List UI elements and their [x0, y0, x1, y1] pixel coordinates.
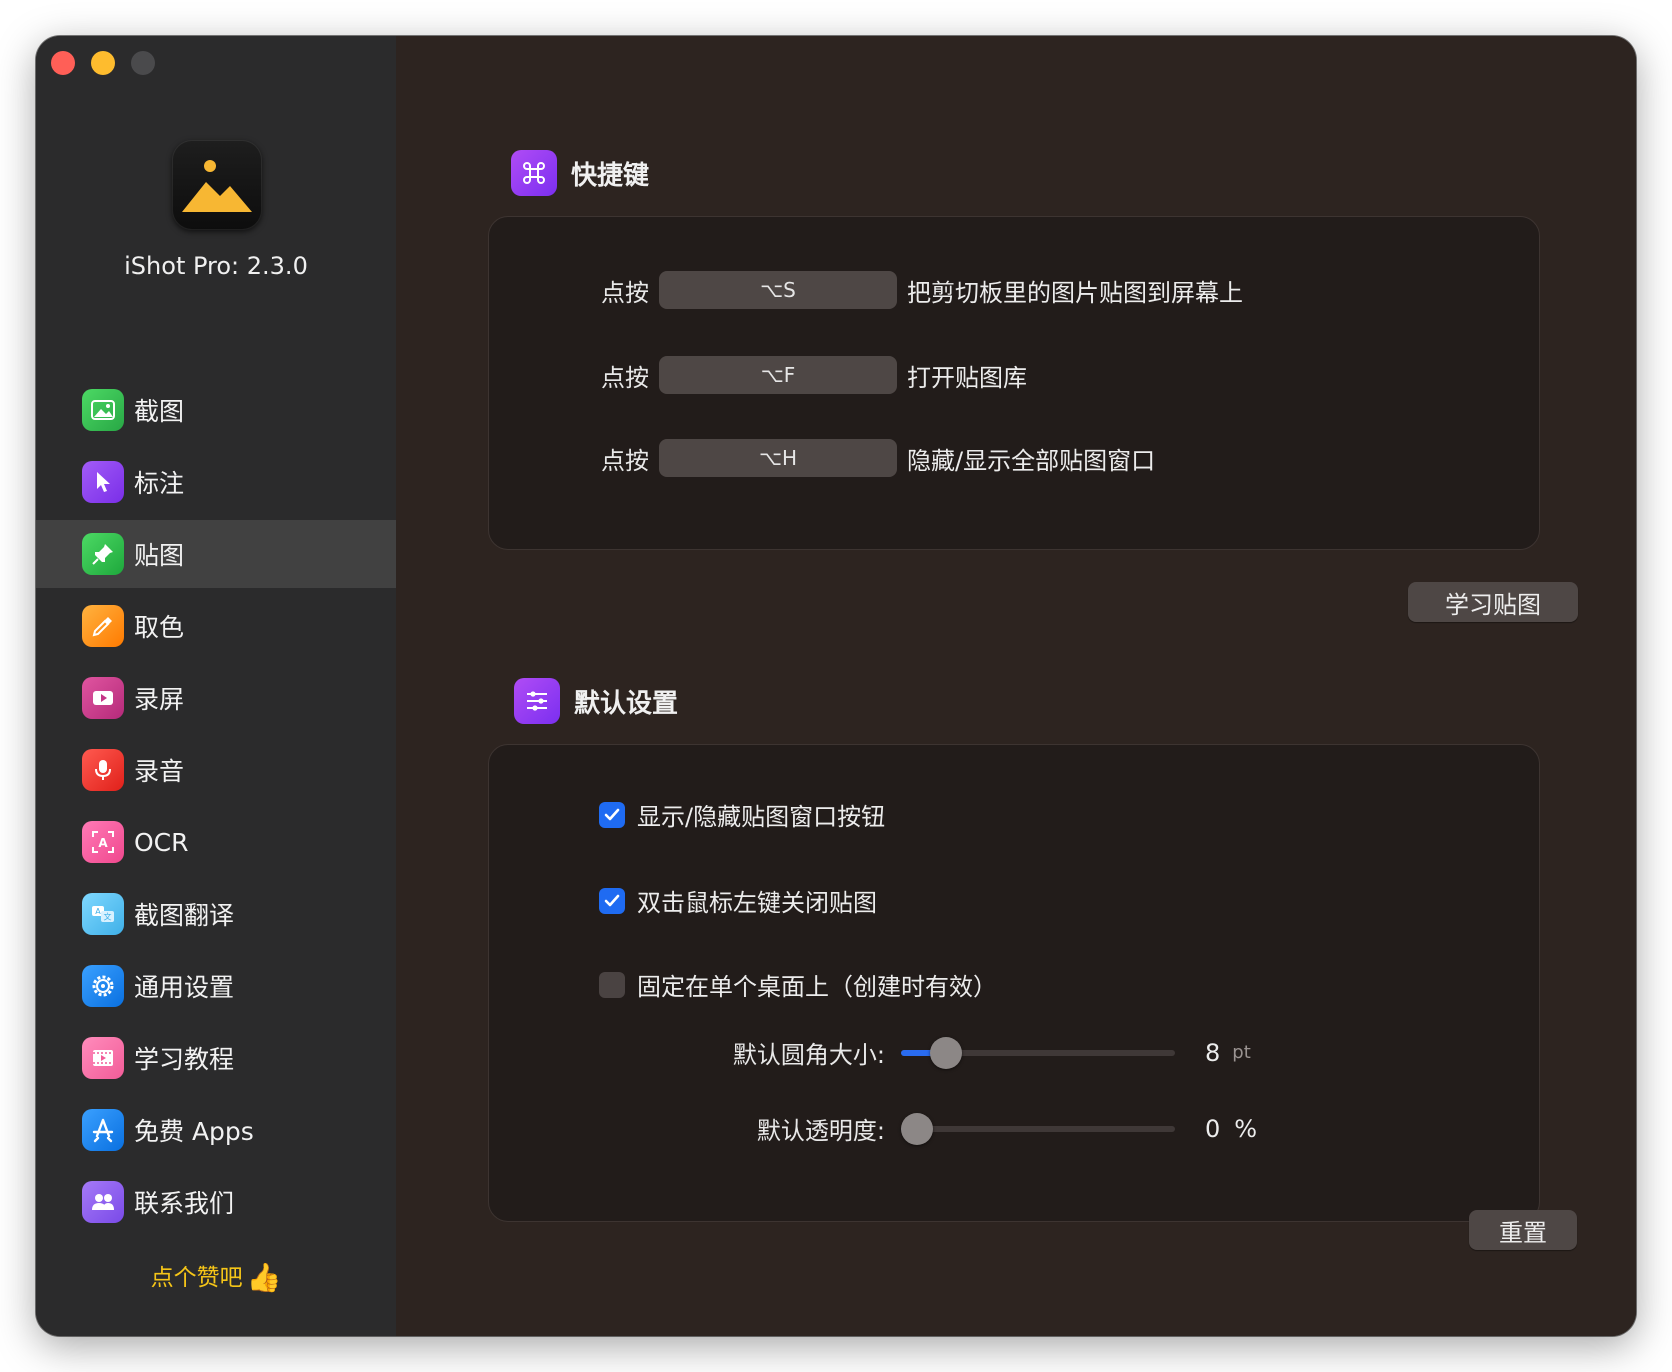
gear-icon: [82, 965, 124, 1007]
sidebar-item-general-settings[interactable]: 通用设置: [36, 952, 396, 1020]
checkbox-label: 固定在单个桌面上（创建时有效）: [637, 973, 997, 1001]
shortcut-recorder[interactable]: ⌥F: [659, 356, 897, 394]
pin-icon: [82, 533, 124, 575]
slider-label: 默认透明度:: [756, 1117, 885, 1145]
sidebar-item-label: 截图翻译: [134, 901, 235, 930]
minimize-window-button[interactable]: [91, 51, 115, 75]
checkbox[interactable]: [599, 887, 625, 914]
defaults-header: 默认设置: [514, 678, 678, 724]
sidebar-item-label: 截图: [134, 397, 185, 426]
sidebar-item-pin[interactable]: 贴图: [36, 520, 396, 588]
shortcuts-header: 快捷键: [511, 150, 649, 196]
svg-text:A: A: [95, 907, 101, 916]
sidebar-item-label: 学习教程: [134, 1045, 235, 1074]
sidebar-item-screen-record[interactable]: 录屏: [36, 664, 396, 732]
svg-text:文: 文: [104, 912, 112, 922]
translate-icon: A文: [82, 893, 124, 935]
slider-knob[interactable]: [901, 1112, 933, 1145]
corner-radius-slider[interactable]: [901, 1036, 1175, 1069]
like-text: 点个赞吧: [150, 1265, 243, 1291]
defaults-title: 默认设置: [574, 688, 679, 719]
settings-window: iShot Pro: 2.3.0 截图 标注 贴图 取色 录屏 录音 A OCR…: [36, 36, 1636, 1336]
sidebar-item-free-apps[interactable]: 免费 Apps: [36, 1096, 396, 1164]
main-content: 快捷键 点按 ⌥S 把剪切板里的图片贴图到屏幕上 点按 ⌥F 打开贴图库 点按 …: [396, 36, 1636, 1336]
slider-value: 0: [1205, 1114, 1221, 1143]
svg-text:A: A: [98, 836, 108, 850]
sidebar-item-label: 录音: [134, 757, 185, 786]
shortcut-prefix: 点按: [601, 278, 649, 307]
reset-button[interactable]: 重置: [1469, 1210, 1577, 1250]
learn-pin-button[interactable]: 学习贴图: [1408, 582, 1578, 622]
sidebar-item-label: 免费 Apps: [134, 1117, 254, 1146]
sidebar-item-ocr[interactable]: A OCR: [36, 808, 396, 876]
sidebar-item-annotate[interactable]: 标注: [36, 448, 396, 516]
opacity-setting: 默认透明度: 0 %: [689, 1111, 1257, 1146]
microphone-icon: [82, 749, 124, 791]
shortcut-recorder[interactable]: ⌥S: [659, 271, 897, 309]
shortcuts-panel: 点按 ⌥S 把剪切板里的图片贴图到屏幕上 点按 ⌥F 打开贴图库 点按 ⌥H 隐…: [488, 216, 1540, 550]
sidebar-item-contact-us[interactable]: 联系我们: [36, 1168, 396, 1236]
window-controls: [51, 51, 155, 75]
slider-label: 默认圆角大小:: [732, 1041, 885, 1069]
slider-knob[interactable]: [930, 1036, 963, 1069]
cursor-icon: [82, 461, 124, 503]
sidebar-item-label: OCR: [134, 827, 189, 857]
sliders-icon: [514, 678, 560, 724]
sidebar-item-label: 贴图: [134, 541, 185, 570]
sidebar-item-translate[interactable]: A文 截图翻译: [36, 880, 396, 948]
shortcuts-title: 快捷键: [571, 160, 650, 191]
sidebar-item-label: 标注: [134, 469, 185, 498]
sidebar-item-tutorials[interactable]: 学习教程: [36, 1024, 396, 1092]
contacts-icon: [82, 1181, 124, 1223]
sidebar-item-screenshot[interactable]: 截图: [36, 376, 396, 444]
shortcut-prefix: 点按: [601, 446, 649, 475]
shortcut-recorder[interactable]: ⌥H: [659, 439, 897, 477]
shortcut-description: 隐藏/显示全部贴图窗口: [907, 446, 1156, 475]
app-logo-icon: [172, 140, 262, 230]
corner-radius-setting: 默认圆角大小: 8 pt: [689, 1035, 1251, 1070]
defaults-panel: 显示/隐藏贴图窗口按钮 双击鼠标左键关闭贴图 固定在单个桌面上（创建时有效） 默…: [488, 744, 1540, 1222]
video-camera-icon: [82, 677, 124, 719]
sidebar: iShot Pro: 2.3.0 截图 标注 贴图 取色 录屏 录音 A OCR…: [36, 36, 396, 1336]
film-icon: [82, 1037, 124, 1079]
checkbox[interactable]: [599, 971, 625, 998]
slider-value: 8: [1205, 1038, 1221, 1067]
shortcut-row: 点按 ⌥S 把剪切板里的图片贴图到屏幕上: [601, 271, 1243, 309]
sidebar-item-label: 录屏: [134, 685, 185, 714]
opacity-slider[interactable]: [901, 1112, 1175, 1145]
sidebar-item-label: 通用设置: [134, 973, 235, 1002]
shortcut-description: 打开贴图库: [907, 363, 1027, 392]
like-link[interactable]: 点个赞吧 👍: [36, 1258, 396, 1294]
slider-unit: pt: [1232, 1042, 1251, 1063]
checkbox-label: 双击鼠标左键关闭贴图: [637, 889, 877, 917]
slider-unit: %: [1234, 1114, 1258, 1143]
command-key-icon: [511, 150, 557, 196]
sidebar-item-color-picker[interactable]: 取色: [36, 592, 396, 660]
eyedropper-icon: [82, 605, 124, 647]
checkbox-label: 显示/隐藏贴图窗口按钮: [637, 803, 886, 831]
sidebar-item-audio-record[interactable]: 录音: [36, 736, 396, 804]
app-version: iShot Pro: 2.3.0: [124, 252, 308, 280]
shortcut-prefix: 点按: [601, 363, 649, 392]
checkbox-fix-single-desktop[interactable]: 固定在单个桌面上（创建时有效）: [599, 967, 997, 1002]
close-window-button[interactable]: [51, 51, 75, 75]
thumbs-up-icon: 👍: [246, 1261, 282, 1294]
app-store-icon: [82, 1109, 124, 1151]
checkbox-double-click-close[interactable]: 双击鼠标左键关闭贴图: [599, 883, 877, 918]
shortcut-row: 点按 ⌥H 隐藏/显示全部贴图窗口: [601, 439, 1155, 477]
checkbox[interactable]: [599, 801, 625, 828]
shortcut-description: 把剪切板里的图片贴图到屏幕上: [907, 278, 1243, 307]
ocr-icon: A: [82, 821, 124, 863]
image-icon: [82, 389, 124, 431]
shortcut-row: 点按 ⌥F 打开贴图库: [601, 356, 1027, 394]
sidebar-item-label: 联系我们: [134, 1189, 235, 1218]
zoom-window-button[interactable]: [131, 51, 155, 75]
sidebar-nav: 截图 标注 贴图 取色 录屏 录音 A OCR A 文 截图翻译 通用设置 学习…: [36, 376, 396, 1240]
checkbox-show-hide-buttons[interactable]: 显示/隐藏贴图窗口按钮: [599, 797, 885, 832]
sidebar-item-label: 取色: [134, 613, 185, 642]
